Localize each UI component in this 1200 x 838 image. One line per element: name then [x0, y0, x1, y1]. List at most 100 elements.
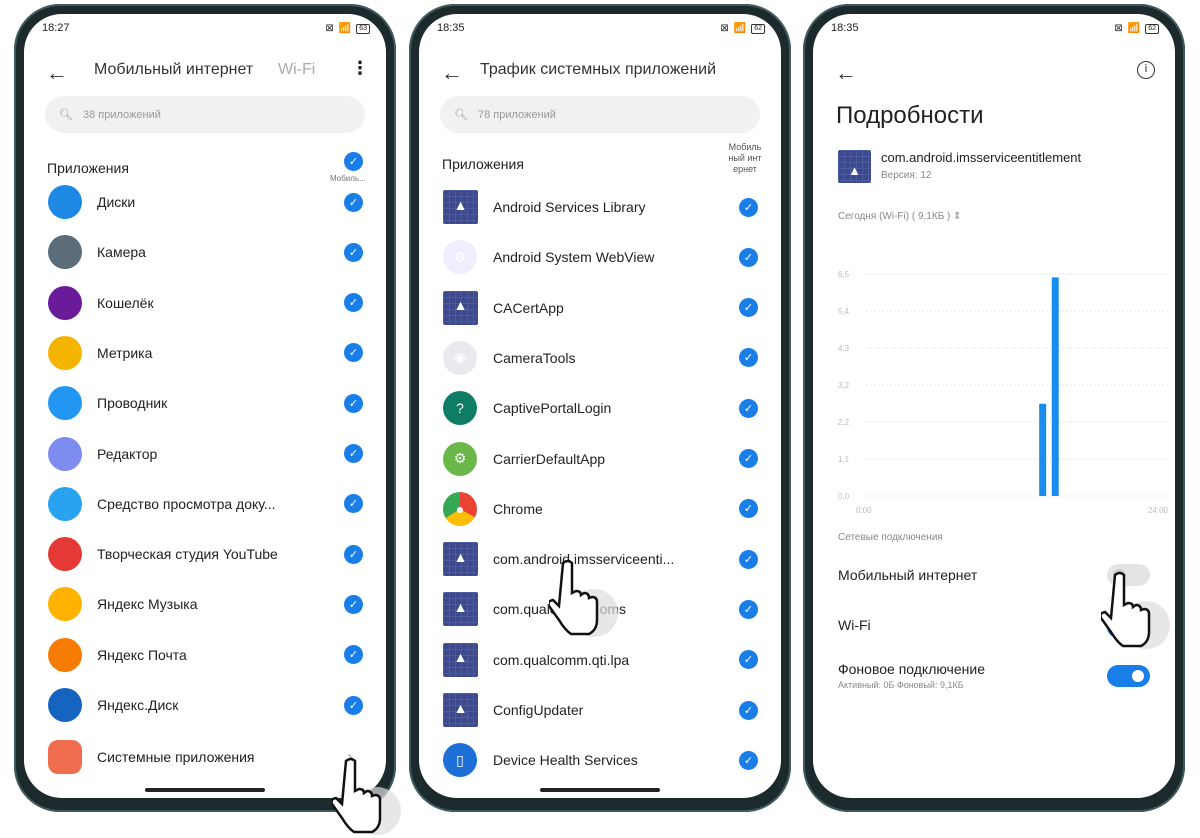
list-item[interactable]: Яндекс Почта ✓ — [24, 630, 386, 680]
status-time: 18:35 — [831, 22, 859, 34]
list-item-label: Редактор — [97, 445, 158, 462]
mobile-data-checkbox[interactable]: ✓ — [739, 247, 758, 267]
list-item-label: Проводник — [97, 395, 168, 412]
mobile-data-checkbox[interactable]: ✓ — [344, 544, 363, 564]
list-item[interactable]: Камера ✓ — [24, 227, 386, 277]
list-item[interactable]: ◉ CameraTools ✓ — [419, 333, 781, 383]
mobile-data-checkbox[interactable]: ✓ — [344, 594, 363, 614]
mobile-data-checkbox[interactable]: ✓ — [344, 192, 363, 212]
mobile-data-checkbox[interactable]: ✓ — [344, 444, 363, 463]
background-data-toggle[interactable] — [1107, 665, 1150, 687]
mobile-data-checkbox[interactable]: ✓ — [739, 197, 758, 217]
mobile-data-checkbox[interactable]: ✓ — [344, 242, 363, 262]
list-item-label: Диски — [97, 194, 136, 210]
list-item[interactable]: Проводник ✓ — [24, 378, 386, 428]
tab-wifi[interactable]: Wi-Fi — [278, 61, 315, 79]
app-icon — [48, 436, 82, 471]
column-label: Мобиль ный инт ернет — [728, 142, 762, 174]
mobile-data-checkbox[interactable]: ✓ — [344, 293, 363, 313]
chart-bar — [1039, 403, 1047, 496]
mobile-data-checkbox[interactable]: ✓ — [344, 645, 363, 665]
list-item[interactable]: ● Chrome ✓ — [419, 484, 781, 534]
y-tick-label: 2,2 — [838, 418, 850, 427]
list-item[interactable]: ? CaptivePortalLogin ✓ — [419, 383, 781, 433]
app-icon — [48, 386, 82, 421]
mobile-data-checkbox[interactable]: ✓ — [739, 449, 758, 468]
list-item-label: Камера — [97, 244, 146, 261]
status-time: 18:27 — [42, 22, 70, 34]
mobile-data-checkbox[interactable]: ✓ — [739, 499, 758, 519]
list-item[interactable]: ▲ CACertApp ✓ — [419, 283, 781, 333]
list-item[interactable]: Средство просмотра доку... ✓ — [24, 479, 386, 529]
app-package-name: com.android.imsserviceentitlement — [881, 150, 1082, 165]
tab-mobile-data[interactable]: Мобильный интернет — [94, 61, 253, 79]
mobile-data-checkbox[interactable]: ✓ — [739, 549, 758, 569]
back-arrow-icon[interactable]: ← — [441, 60, 463, 86]
hand-pointer-icon — [549, 559, 618, 637]
mobile-data-checkbox[interactable]: ✓ — [739, 700, 758, 720]
app-icon — [48, 335, 82, 370]
mobile-data-checkbox[interactable]: ✓ — [739, 298, 758, 318]
section-header: Приложения — [47, 160, 129, 176]
chrome-icon: ● — [443, 491, 477, 526]
list-item-label: com.qualcomm.qti.lpa — [493, 651, 630, 668]
mobile-data-checkbox[interactable]: ✓ — [344, 695, 363, 715]
list-item[interactable]: Творческая студия YouTube ✓ — [24, 529, 386, 579]
list-item-label: Творческая студия YouTube — [97, 546, 278, 563]
hand-pointer-icon — [1101, 571, 1170, 649]
y-tick-label: 1,1 — [838, 455, 850, 464]
list-item[interactable]: Яндекс.Диск ✓ — [24, 680, 386, 730]
search-icon: 🔍︎ — [59, 109, 73, 121]
list-item-label: Яндекс.Диск — [97, 697, 179, 713]
info-icon[interactable]: i — [1137, 61, 1155, 79]
back-arrow-icon[interactable]: ← — [835, 60, 857, 86]
list-item-label: Кошелёк — [97, 294, 154, 311]
list-item[interactable]: ⚙ CarrierDefaultApp ✓ — [419, 434, 781, 484]
chart-bar — [1051, 277, 1059, 496]
mobile-data-checkbox[interactable]: ✓ — [739, 599, 758, 619]
list-item[interactable]: ▲ Android Services Library ✓ — [419, 182, 781, 232]
network-section-header: Сетевые подключения — [838, 532, 943, 543]
select-all-checkbox[interactable]: ✓ — [344, 152, 363, 171]
list-item-label: Средство просмотра доку... — [97, 495, 276, 512]
period-selector[interactable]: Сегодня (Wi-Fi) ( 9,1КБ ) ⇕ — [838, 211, 962, 222]
system-apps-icon — [48, 740, 82, 774]
android-app-icon: ▲ — [838, 150, 871, 183]
mobile-data-checkbox[interactable]: ✓ — [344, 343, 363, 363]
list-item-label: CACertApp — [493, 299, 564, 316]
android-icon: ▲ — [443, 693, 478, 727]
android-icon: ▲ — [443, 592, 478, 626]
more-menu-icon[interactable]: ⋮ — [351, 58, 369, 79]
android-icon: ▲ — [443, 290, 478, 325]
list-item-label: CarrierDefaultApp — [493, 450, 606, 467]
mobile-data-checkbox[interactable]: ✓ — [739, 398, 758, 418]
status-icons: ⊠ 📶 63 — [325, 23, 370, 34]
status-icons: ⊠ 📶 62 — [1114, 23, 1159, 34]
back-arrow-icon[interactable]: ← — [46, 60, 68, 86]
mobile-data-checkbox[interactable]: ✓ — [739, 348, 758, 368]
toggle-label-background: Фоновое подключение — [838, 661, 985, 677]
app-icon — [48, 537, 82, 572]
x-tick-label: 24:00 — [1148, 506, 1169, 514]
list-item[interactable]: Метрика ✓ — [24, 328, 386, 378]
search-input[interactable]: 🔍︎ 78 приложений — [440, 96, 760, 133]
list-item-label: Системные приложения — [97, 749, 255, 765]
list-item-label: Device Health Services — [493, 752, 638, 769]
list-item[interactable]: Кошелёк ✓ — [24, 278, 386, 328]
mobile-data-checkbox[interactable]: ✓ — [739, 750, 758, 770]
list-item[interactable]: Редактор ✓ — [24, 429, 386, 479]
list-item[interactable]: ▲ ConfigUpdater ✓ — [419, 685, 781, 735]
mobile-data-checkbox[interactable]: ✓ — [344, 494, 363, 514]
list-item[interactable]: ▲ com.qualcomm.qti.lpa ✓ — [419, 635, 781, 685]
list-item[interactable]: Диски ✓ — [24, 177, 386, 227]
background-usage-text: Активный: 0Б Фоновый: 9,1КБ — [838, 680, 964, 690]
mobile-data-checkbox[interactable]: ✓ — [344, 393, 363, 413]
list-item[interactable]: ⚙ Android System WebView ✓ — [419, 232, 781, 282]
mobile-data-checkbox[interactable]: ✓ — [739, 650, 758, 670]
y-tick-label: 5,4 — [838, 307, 850, 316]
list-item[interactable]: ▯ Device Health Services ✓ — [419, 735, 781, 785]
list-item-label: Chrome — [493, 500, 543, 517]
search-input[interactable]: 🔍︎ 38 приложений — [45, 96, 365, 133]
android-icon: ▲ — [443, 542, 478, 576]
list-item[interactable]: Яндекс Музыка ✓ — [24, 579, 386, 629]
